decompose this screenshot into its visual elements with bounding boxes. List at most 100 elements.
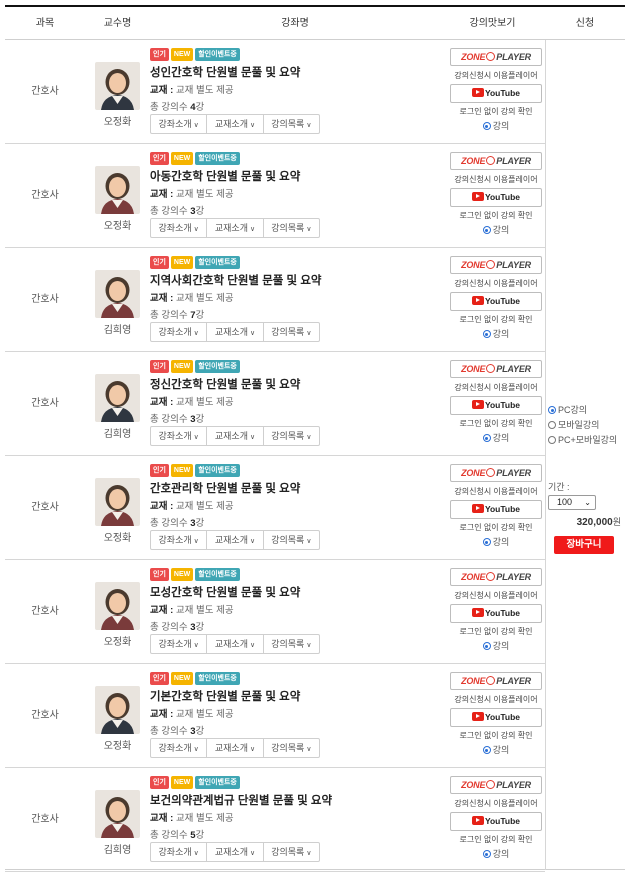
zone-player-button[interactable]: ZONE PLAYER — [450, 568, 542, 586]
dropdown-label: 강좌소개 — [158, 535, 192, 545]
dropdown-label: 강의목록 — [271, 535, 305, 545]
dropdown-label: 교재소개 — [214, 327, 248, 337]
badge-new: NEW — [170, 152, 194, 165]
textbook-intro-dropdown[interactable]: 교재소개 ∨ — [207, 323, 264, 341]
youtube-button[interactable]: YouTube — [450, 604, 542, 623]
radio-icon[interactable] — [548, 436, 556, 444]
lecture-list-dropdown[interactable]: 강의목록 ∨ — [264, 739, 319, 757]
radio-icon[interactable] — [482, 330, 491, 338]
badge-group: 인기 NEW 할인이벤트중 — [150, 152, 242, 165]
course-title[interactable]: 모성간호학 단원별 문풀 및 요약 — [150, 584, 300, 600]
lecture-list-dropdown[interactable]: 강의목록 ∨ — [264, 843, 319, 861]
course-title[interactable]: 지역사회간호학 단원별 문풀 및 요약 — [150, 272, 321, 288]
zone-player-button[interactable]: ZONE PLAYER — [450, 360, 542, 378]
textbook-info: 교재 : 교재 별도 제공 — [150, 394, 234, 408]
professor-name: 오정화 — [103, 221, 132, 232]
course-title[interactable]: 성인간호학 단원별 문풀 및 요약 — [150, 64, 300, 80]
table-header: 과목 교수명 강좌명 강의맛보기 신청 — [5, 7, 625, 40]
course-intro-dropdown[interactable]: 강좌소개 ∨ — [151, 843, 208, 861]
radio-icon[interactable] — [482, 538, 491, 546]
radio-icon[interactable] — [482, 642, 491, 650]
course-title[interactable]: 기본간호학 단원별 문풀 및 요약 — [150, 688, 300, 704]
lecture-count: 총 강의수 4강 — [150, 99, 204, 113]
youtube-button[interactable]: YouTube — [450, 292, 542, 311]
cart-button[interactable]: 장바구니 — [554, 536, 614, 554]
radio-icon[interactable] — [482, 434, 491, 442]
zone-player-button[interactable]: ZONE PLAYER — [450, 776, 542, 794]
option-pc-mobile[interactable]: PC+모바일강의 — [548, 433, 617, 446]
lecture-list-dropdown[interactable]: 강의목록 ∨ — [264, 531, 319, 549]
course-title[interactable]: 보건의약관계법규 단원별 문풀 및 요약 — [150, 792, 332, 808]
course-title[interactable]: 아동간호학 단원별 문풀 및 요약 — [150, 168, 300, 184]
zone-logo-icon — [486, 52, 496, 61]
radio-icon[interactable] — [482, 226, 491, 234]
course-intro-dropdown[interactable]: 강좌소개 ∨ — [151, 739, 208, 757]
textbook-intro-dropdown[interactable]: 교재소개 ∨ — [207, 635, 264, 653]
radio-icon[interactable] — [548, 406, 556, 414]
chevron-down-icon: ∨ — [306, 434, 312, 441]
zone-text: ZONE — [461, 364, 486, 374]
professor-photo — [95, 166, 140, 214]
lecture-list-dropdown[interactable]: 강의목록 ∨ — [264, 219, 319, 237]
lecture-radio[interactable]: 강의 — [440, 119, 552, 132]
textbook-intro-dropdown[interactable]: 교재소개 ∨ — [207, 115, 264, 133]
course-intro-dropdown[interactable]: 강좌소개 ∨ — [151, 531, 208, 549]
textbook-intro-dropdown[interactable]: 교재소개 ∨ — [207, 843, 264, 861]
subject-cell: 간호사 — [31, 606, 59, 617]
header-course: 강좌명 — [281, 18, 309, 29]
zone-player-button[interactable]: ZONE PLAYER — [450, 672, 542, 690]
zone-player-button[interactable]: ZONE PLAYER — [450, 152, 542, 170]
lecture-list-dropdown[interactable]: 강의목록 ∨ — [264, 427, 319, 445]
radio-icon[interactable] — [548, 421, 556, 429]
textbook-intro-dropdown[interactable]: 교재소개 ∨ — [207, 531, 264, 549]
course-intro-dropdown[interactable]: 강좌소개 ∨ — [151, 219, 208, 237]
radio-icon[interactable] — [482, 746, 491, 754]
option-mobile[interactable]: 모바일강의 — [548, 418, 599, 431]
badge-hot: 인기 — [150, 672, 169, 685]
badge-event: 할인이벤트중 — [195, 48, 240, 61]
textbook-intro-dropdown[interactable]: 교재소개 ∨ — [207, 427, 264, 445]
course-intro-dropdown[interactable]: 강좌소개 ∨ — [151, 427, 208, 445]
youtube-note: 로그인 없이 강의 확인 — [459, 419, 533, 428]
option-pc[interactable]: PC강의 — [548, 403, 587, 416]
lecture-list-dropdown[interactable]: 강의목록 ∨ — [264, 323, 319, 341]
zone-text: ZONE — [461, 468, 486, 478]
lecture-radio[interactable]: 강의 — [440, 535, 552, 548]
dropdown-label: 교재소개 — [214, 535, 248, 545]
book-prefix: 교재 : — [150, 293, 174, 304]
lecture-label: 강의 — [492, 225, 510, 235]
youtube-button[interactable]: YouTube — [450, 84, 542, 103]
option-label: PC+모바일강의 — [558, 435, 618, 445]
radio-icon[interactable] — [482, 850, 491, 858]
course-title[interactable]: 간호관리학 단원별 문풀 및 요약 — [150, 480, 300, 496]
youtube-button[interactable]: YouTube — [450, 188, 542, 207]
youtube-button[interactable]: YouTube — [450, 812, 542, 831]
zone-player-button[interactable]: ZONE PLAYER — [450, 48, 542, 66]
lecture-radio[interactable]: 강의 — [440, 847, 552, 860]
lecture-radio[interactable]: 강의 — [440, 639, 552, 652]
zone-player-button[interactable]: ZONE PLAYER — [450, 464, 542, 482]
course-intro-dropdown[interactable]: 강좌소개 ∨ — [151, 323, 208, 341]
lecture-radio[interactable]: 강의 — [440, 327, 552, 340]
zone-text: ZONE — [461, 156, 486, 166]
badge-new: NEW — [170, 360, 194, 373]
book-value: 교재 별도 제공 — [175, 85, 234, 96]
youtube-button[interactable]: YouTube — [450, 708, 542, 727]
count-prefix: 총 강의수 — [150, 830, 188, 841]
lecture-radio[interactable]: 강의 — [440, 223, 552, 236]
lecture-radio[interactable]: 강의 — [440, 743, 552, 756]
course-title[interactable]: 정신간호학 단원별 문풀 및 요약 — [150, 376, 300, 392]
period-select[interactable]: 100 ⌄ — [548, 495, 596, 510]
textbook-intro-dropdown[interactable]: 교재소개 ∨ — [207, 739, 264, 757]
youtube-button[interactable]: YouTube — [450, 396, 542, 415]
lecture-list-dropdown[interactable]: 강의목록 ∨ — [264, 115, 319, 133]
youtube-button[interactable]: YouTube — [450, 500, 542, 519]
lecture-radio[interactable]: 강의 — [440, 431, 552, 444]
textbook-intro-dropdown[interactable]: 교재소개 ∨ — [207, 219, 264, 237]
lecture-list-dropdown[interactable]: 강의목록 ∨ — [264, 635, 319, 653]
radio-icon[interactable] — [482, 122, 491, 130]
table-row: 간호사 김희영 인기 NEW 할인이벤트중 정신간호학 단원별 문풀 및 요약 교재 : 교… — [5, 352, 545, 456]
course-intro-dropdown[interactable]: 강좌소개 ∨ — [151, 635, 208, 653]
course-intro-dropdown[interactable]: 강좌소개 ∨ — [151, 115, 208, 133]
zone-player-button[interactable]: ZONE PLAYER — [450, 256, 542, 274]
